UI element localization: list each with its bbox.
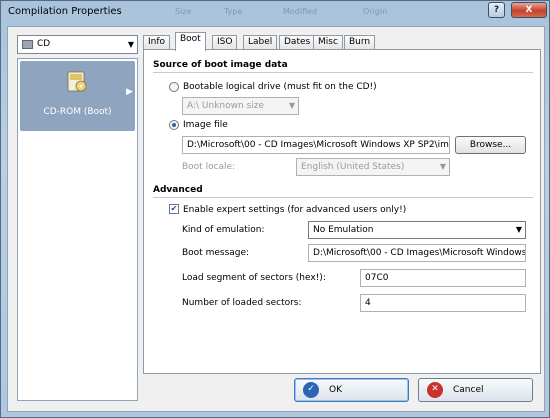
title-bar[interactable]: Compilation Properties Size Type Modifie…: [1, 1, 549, 23]
divider: [153, 197, 533, 198]
compilation-list: CD-ROM (Boot) ▶: [17, 58, 138, 401]
load-segment-input[interactable]: 07C0: [360, 269, 526, 287]
chevron-down-icon: ▼: [515, 225, 522, 234]
boot-locale-value: English (United States): [301, 162, 405, 172]
emulation-label: Kind of emulation:: [182, 225, 265, 235]
tab-boot[interactable]: Boot: [175, 32, 206, 51]
list-item-cd-rom-boot[interactable]: CD-ROM (Boot) ▶: [20, 61, 135, 131]
ok-icon: ✓: [303, 382, 319, 398]
boot-locale-select[interactable]: English (United States) ▼: [296, 158, 450, 176]
chevron-down-icon: ▼: [439, 162, 446, 171]
divider: [153, 72, 533, 73]
cd-drive-icon: [22, 40, 33, 49]
bootable-drive-radio[interactable]: [169, 82, 179, 92]
image-file-radio[interactable]: [169, 120, 179, 130]
tab-iso[interactable]: ISO: [212, 35, 238, 50]
loaded-sectors-input[interactable]: 4: [360, 294, 526, 312]
ghost-menu-size: Size: [175, 7, 192, 16]
cancel-icon: ✕: [427, 382, 443, 398]
tab-burn[interactable]: Burn: [344, 35, 376, 50]
help-icon: ?: [493, 5, 500, 15]
chevron-down-icon: ▼: [127, 40, 134, 49]
window-title: Compilation Properties: [8, 6, 122, 17]
boot-message-input[interactable]: D:\Microsoft\00 - CD Images\Microsoft Wi…: [308, 244, 526, 262]
close-button[interactable]: X: [511, 2, 547, 18]
list-item-label: CD-ROM (Boot): [43, 107, 112, 117]
device-type-value: CD: [37, 39, 51, 49]
ghost-menu-origin: Origin: [363, 7, 388, 16]
cancel-label: Cancel: [453, 385, 484, 395]
chevron-right-icon: ▶: [126, 87, 133, 97]
ok-label: OK: [329, 385, 342, 395]
boot-locale-label: Boot locale:: [182, 162, 236, 172]
help-button[interactable]: ?: [488, 2, 505, 18]
boot-tab-page: Source of boot image data Bootable logic…: [143, 49, 541, 374]
dialog-client: CD ▼ CD-ROM (Boot) ▶ Info Boot ISO Label…: [7, 26, 545, 412]
close-icon: X: [525, 5, 533, 15]
drive-select-value: A:\ Unknown size: [187, 101, 265, 111]
bootable-drive-label: Bootable logical drive (must fit on the …: [183, 82, 377, 92]
load-segment-label: Load segment of sectors (hex!):: [182, 273, 326, 283]
image-path-input[interactable]: D:\Microsoft\00 - CD Images\Microsoft Wi…: [182, 136, 450, 154]
tab-label[interactable]: Label: [243, 35, 278, 50]
drive-select[interactable]: A:\ Unknown size ▼: [182, 97, 299, 115]
expert-settings-label: Enable expert settings (for advanced use…: [183, 205, 407, 215]
ghost-menu-modified: Modified: [283, 7, 318, 16]
image-file-label: Image file: [183, 120, 228, 130]
tab-info[interactable]: Info: [143, 35, 171, 50]
ghost-menu-type: Type: [224, 7, 243, 16]
chevron-down-icon: ▼: [288, 101, 295, 110]
expert-settings-checkbox[interactable]: ✔: [169, 204, 179, 214]
ok-button[interactable]: ✓ OK: [294, 378, 409, 402]
boot-message-label: Boot message:: [182, 248, 250, 258]
loaded-sectors-label: Number of loaded sectors:: [182, 298, 302, 308]
tab-dates[interactable]: Dates: [279, 35, 316, 50]
source-heading: Source of boot image data: [153, 60, 288, 70]
browse-button[interactable]: Browse...: [455, 136, 526, 154]
advanced-heading: Advanced: [153, 185, 203, 195]
emulation-select[interactable]: No Emulation ▼: [308, 221, 526, 239]
tab-misc[interactable]: Misc: [313, 35, 343, 50]
dialog-window: Compilation Properties Size Type Modifie…: [0, 0, 550, 418]
device-type-select[interactable]: CD ▼: [17, 35, 138, 54]
emulation-value: No Emulation: [313, 225, 374, 235]
cancel-button[interactable]: ✕ Cancel: [418, 378, 533, 402]
cd-rom-boot-icon: [67, 71, 87, 92]
